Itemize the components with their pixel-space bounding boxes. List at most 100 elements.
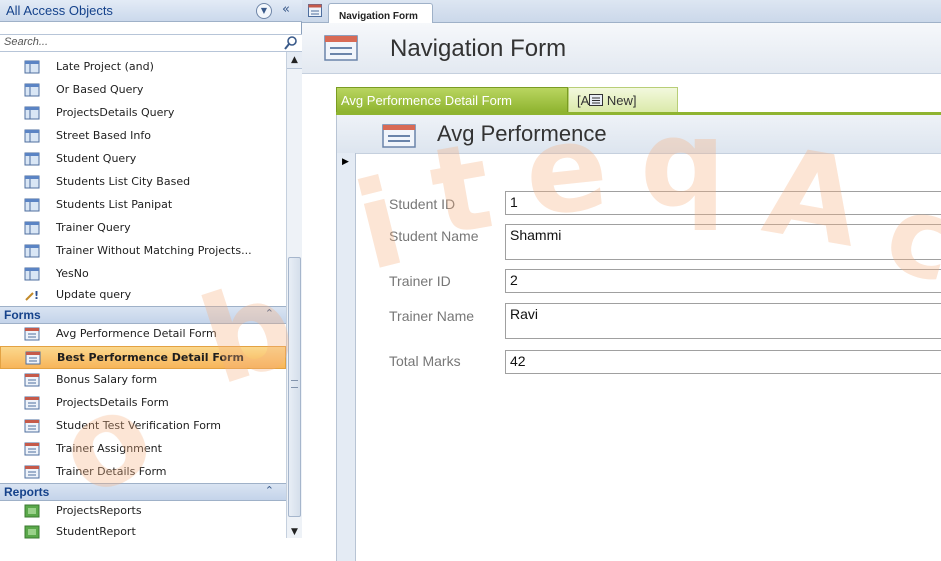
nav-item-or-based-query[interactable]: Or Based Query	[0, 79, 286, 102]
form-icon	[24, 373, 40, 387]
nav-item-label: Trainer Details Form	[56, 465, 167, 478]
nav-item-students-list-panipat[interactable]: Students List Panipat	[0, 194, 286, 217]
form-icon	[24, 396, 40, 410]
nav-item-label: Students List City Based	[56, 175, 191, 188]
student-id-field[interactable]: 1	[505, 191, 941, 215]
nav-item-projectsdetails-query[interactable]: ProjectsDetails Query	[0, 102, 286, 125]
nav-item-label: ProjectsReports	[56, 504, 142, 517]
search-input[interactable]: Search...	[0, 34, 302, 52]
total-marks-label: Total Marks	[389, 353, 461, 369]
student-name-field[interactable]: Shammi	[505, 224, 941, 260]
student-id-label: Student ID	[389, 196, 456, 212]
nav-item-label: Update query	[56, 288, 132, 301]
form-icon	[24, 442, 40, 456]
nav-item-projectsdetails-form[interactable]: ProjectsDetails Form	[0, 392, 286, 415]
nav-item-studentreport[interactable]: StudentReport	[0, 521, 286, 544]
query-icon	[24, 60, 40, 74]
nav-item-trainer-assignment[interactable]: Trainer Assignment	[0, 438, 286, 461]
scroll-thumb[interactable]	[288, 257, 301, 517]
collapse-group-icon[interactable]: ⌃	[265, 484, 274, 497]
nav-item-label: Best Performence Detail Form	[57, 351, 244, 364]
nav-item-label: ProjectsDetails Query	[56, 106, 175, 119]
query-icon	[24, 152, 40, 166]
nav-pane-title: All Access Objects	[6, 3, 113, 18]
nav-item-projectsreports[interactable]: ProjectsReports	[0, 500, 286, 523]
query-icon	[24, 83, 40, 97]
nav-item-yesno[interactable]: YesNo	[0, 263, 286, 286]
record-selector[interactable]: ▶	[337, 153, 356, 561]
add-new-prefix: [A	[577, 93, 590, 108]
query-icon	[24, 244, 40, 258]
form-icon	[24, 419, 40, 433]
add-new-icon	[589, 94, 604, 106]
nav-item-label: Street Based Info	[56, 129, 152, 142]
form-icon	[382, 124, 416, 148]
nav-item-late-project[interactable]: Late Project (and)	[0, 56, 286, 79]
tab-add-new[interactable]: [A New]	[568, 87, 678, 112]
nav-item-label: Trainer Without Matching Projects...	[56, 244, 252, 257]
grip-icon	[291, 380, 298, 388]
nav-item-bonus-salary-form[interactable]: Bonus Salary form	[0, 369, 286, 392]
tab-navigation-form[interactable]: Navigation Form	[328, 3, 433, 23]
nav-item-avg-performence-detail-form[interactable]: Avg Performence Detail Form	[0, 323, 286, 346]
query-icon	[24, 129, 40, 143]
report-icon	[24, 525, 40, 539]
nav-item-update-query[interactable]: ! Update query	[0, 284, 286, 307]
form-title: Navigation Form	[390, 35, 567, 62]
document-area: Navigation Form Navigation Form Avg Perf…	[302, 0, 941, 561]
search-placeholder: Search...	[4, 36, 49, 48]
reports-group-label: Reports	[4, 485, 50, 499]
form-header: Navigation Form	[302, 23, 941, 74]
collapse-pane-icon[interactable]: «	[282, 2, 290, 17]
query-icon	[24, 106, 40, 120]
nav-item-label: ProjectsDetails Form	[56, 396, 169, 409]
nav-item-label: Trainer Query	[56, 221, 131, 234]
nav-pane-scrollbar[interactable]: ▲ ▼	[286, 52, 302, 538]
nav-item-label: Trainer Assignment	[56, 442, 162, 455]
nav-item-trainer-without-matching-projects[interactable]: Trainer Without Matching Projects...	[0, 240, 286, 263]
nav-item-student-query[interactable]: Student Query	[0, 148, 286, 171]
nav-item-label: YesNo	[56, 267, 89, 280]
forms-group-header[interactable]: Forms ⌃	[0, 306, 286, 324]
nav-item-label: Student Test Verification Form	[56, 419, 221, 432]
navigation-pane: All Access Objects ▼ « Search... Late Pr…	[0, 0, 302, 539]
nav-item-label: Avg Performence Detail Form	[56, 327, 217, 340]
trainer-id-field[interactable]: 2	[505, 269, 941, 293]
nav-item-label: StudentReport	[56, 525, 136, 538]
tab-avg-performence-detail-form[interactable]: Avg Performence Detail Form	[336, 87, 568, 112]
form-icon	[25, 351, 41, 365]
add-new-suffix: New]	[603, 93, 637, 108]
svg-text:!: !	[34, 289, 39, 302]
nav-item-best-performence-detail-form[interactable]: Best Performence Detail Form	[0, 346, 286, 369]
nav-pane-header[interactable]: All Access Objects ▼ «	[0, 0, 302, 22]
scroll-up-arrow-icon[interactable]: ▲	[287, 52, 302, 69]
form-icon	[24, 465, 40, 479]
forms-group-label: Forms	[4, 308, 41, 322]
form-icon	[24, 327, 40, 341]
document-tab-strip: Navigation Form	[302, 0, 941, 23]
reports-group-header[interactable]: Reports ⌃	[0, 483, 286, 501]
nav-item-label: Late Project (and)	[56, 60, 154, 73]
query-icon	[24, 267, 40, 281]
scroll-down-arrow-icon[interactable]: ▼	[287, 526, 302, 538]
search-icon[interactable]	[282, 35, 300, 51]
nav-item-students-list-city-based[interactable]: Students List City Based	[0, 171, 286, 194]
nav-pane-menu-dropdown-icon[interactable]: ▼	[256, 3, 272, 19]
subform-avg-performence: Avg Performence ▶ Student ID 1 Student N…	[336, 115, 941, 561]
query-icon	[24, 221, 40, 235]
trainer-name-field[interactable]: Ravi	[505, 303, 941, 339]
nav-item-student-test-verification-form[interactable]: Student Test Verification Form	[0, 415, 286, 438]
trainer-name-label: Trainer Name	[389, 308, 475, 324]
nav-item-trainer-details-form[interactable]: Trainer Details Form	[0, 461, 286, 484]
query-icon	[24, 175, 40, 189]
nav-item-label: Or Based Query	[56, 83, 144, 96]
update-query-icon: !	[25, 289, 39, 302]
form-icon	[324, 35, 358, 61]
nav-item-trainer-query[interactable]: Trainer Query	[0, 217, 286, 240]
collapse-group-icon[interactable]: ⌃	[265, 307, 274, 320]
nav-item-street-based-info[interactable]: Street Based Info	[0, 125, 286, 148]
trainer-id-label: Trainer ID	[389, 273, 451, 289]
student-name-label: Student Name	[389, 228, 479, 244]
report-icon	[24, 504, 40, 518]
total-marks-field[interactable]: 42	[505, 350, 941, 374]
